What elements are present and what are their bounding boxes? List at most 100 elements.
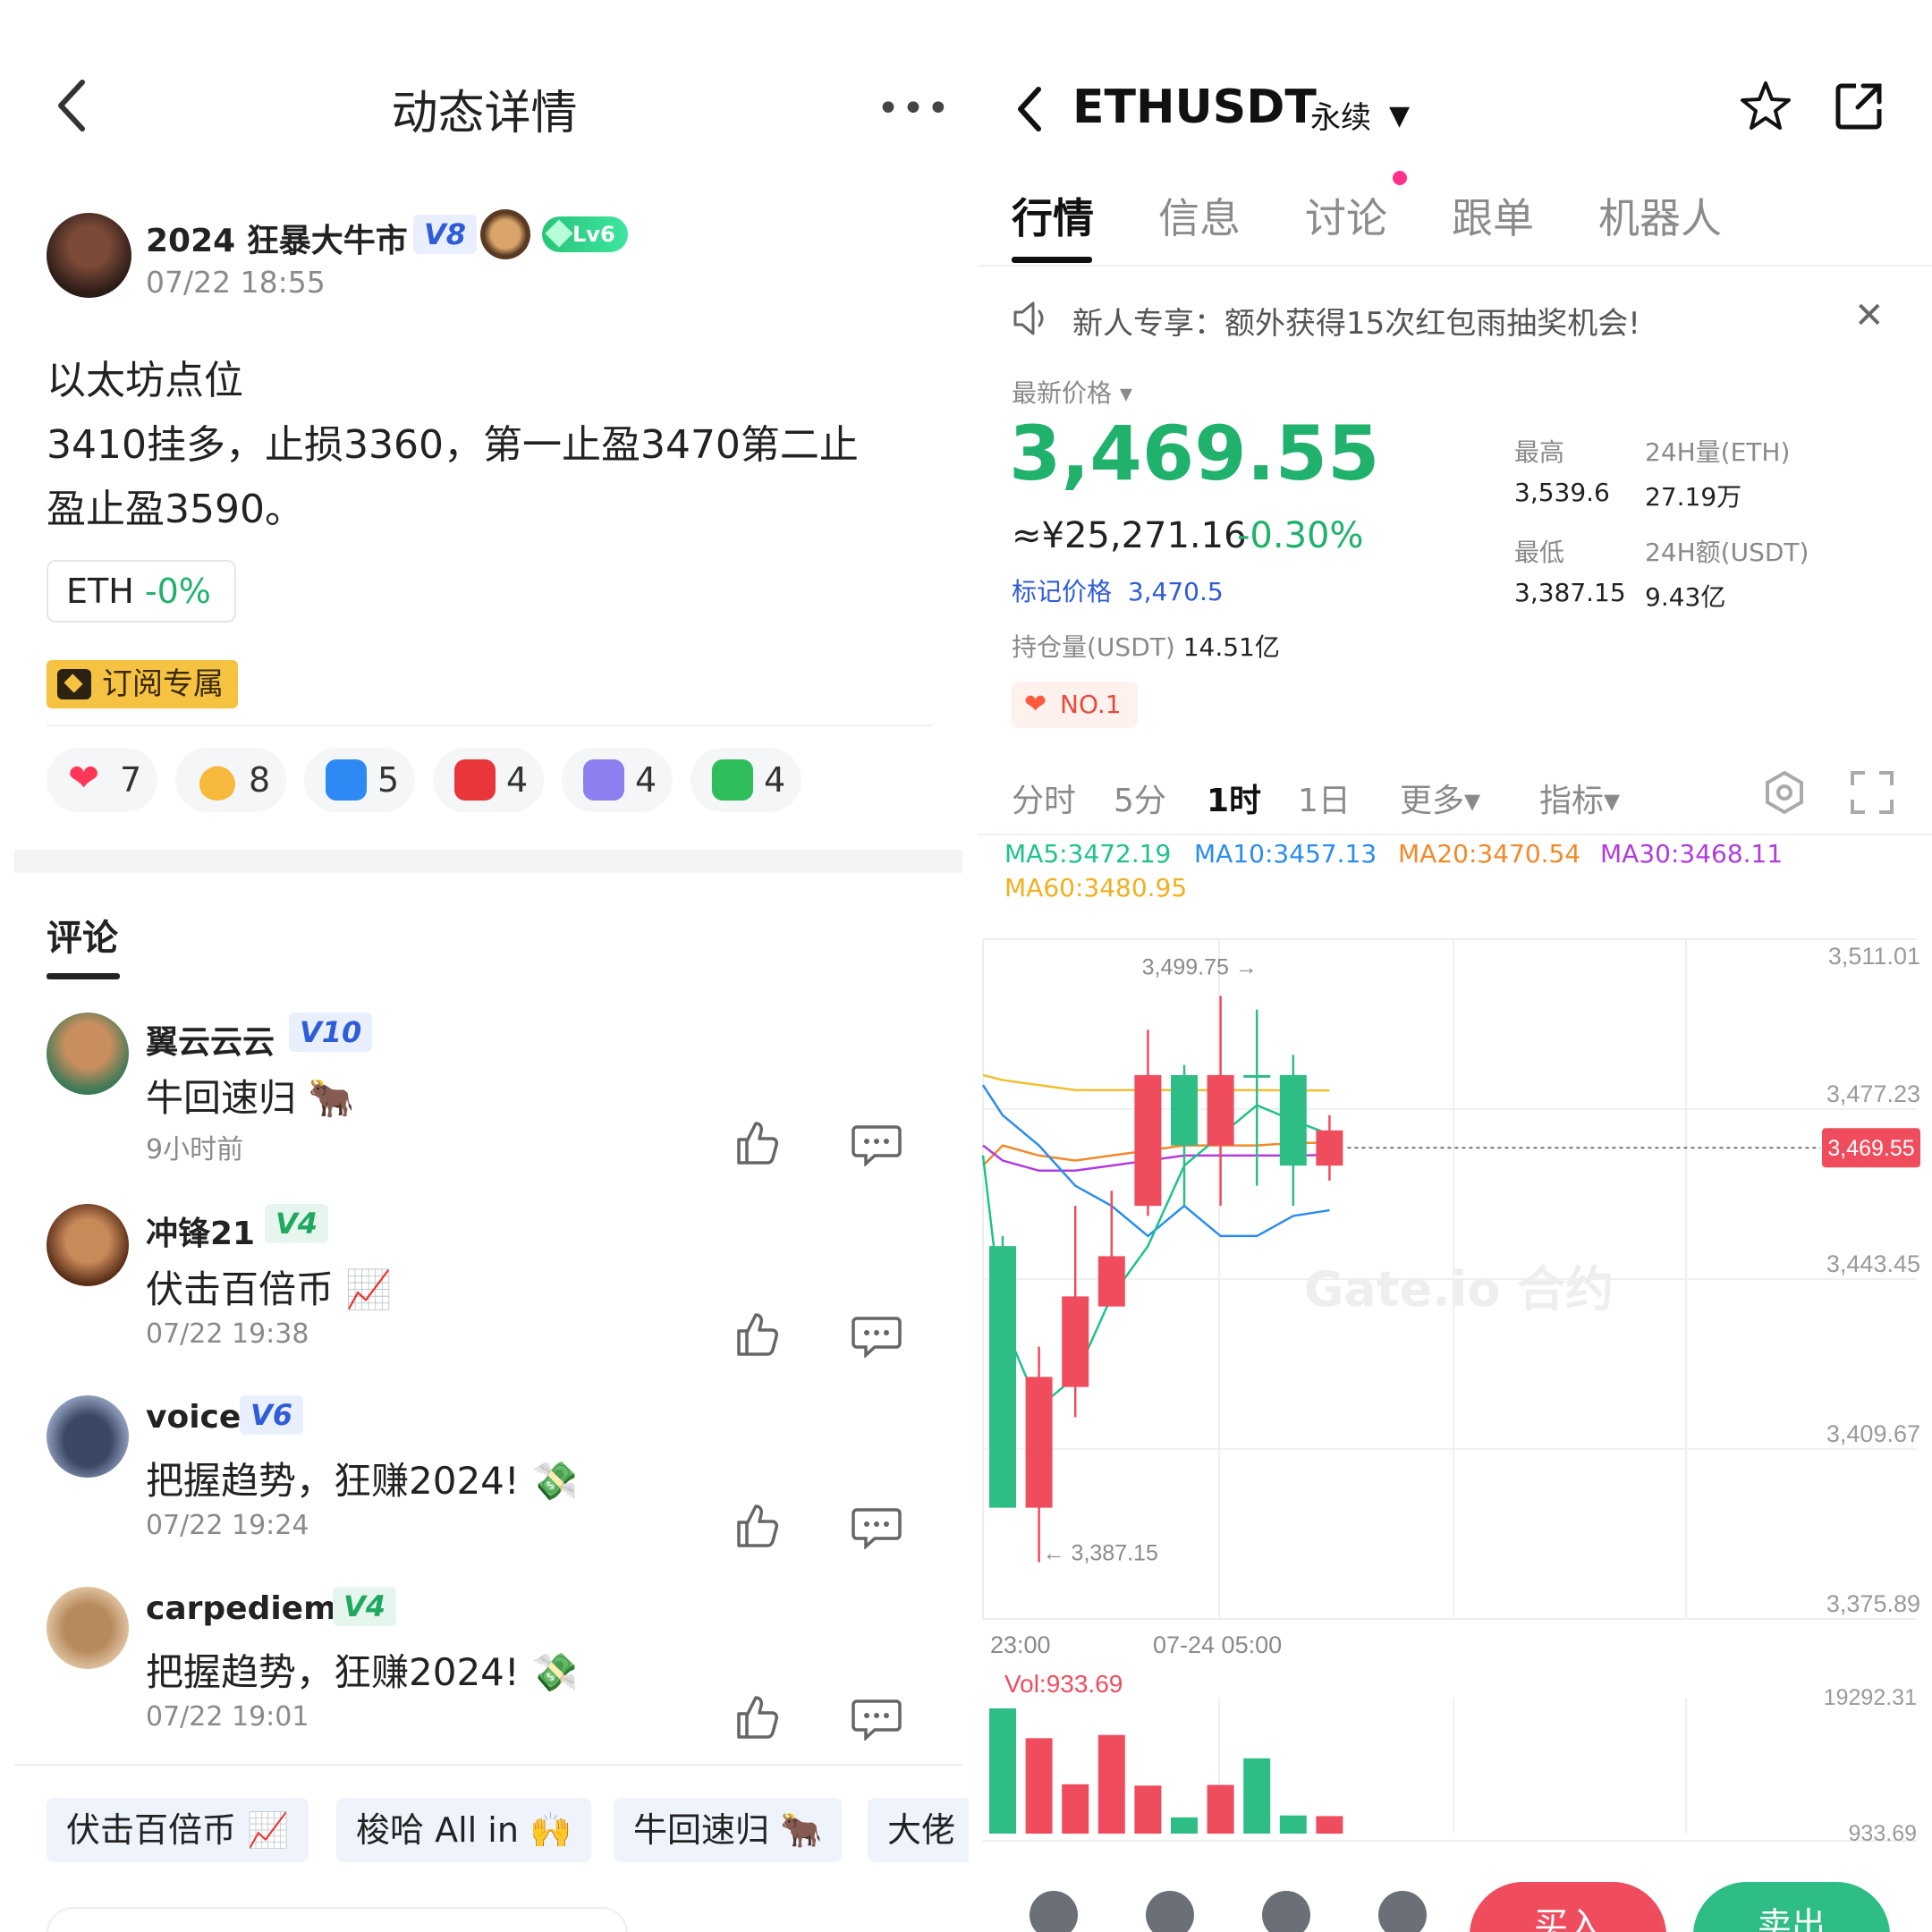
indicators-menu[interactable]: 指标▾: [1539, 775, 1620, 821]
lightning-icon[interactable]: [1378, 1891, 1427, 1932]
period-more[interactable]: 更多▾: [1400, 775, 1480, 821]
like-icon[interactable]: [732, 1501, 782, 1551]
post-line: 以太坊点位: [47, 358, 243, 403]
divider: [978, 834, 1932, 835]
ma5-label: MA5:3472.19: [1004, 839, 1172, 869]
volume-eth-label: 24H量(ETH): [1645, 437, 1791, 467]
buy-button[interactable]: 买入: [1470, 1882, 1666, 1932]
star-icon[interactable]: [1738, 79, 1793, 134]
comment-time: 07/22 19:38: [146, 1318, 309, 1350]
reaction-hodl[interactable]: 5: [304, 748, 416, 812]
tab-copy-trading[interactable]: 跟单: [1452, 186, 1534, 245]
share-icon[interactable]: [1833, 80, 1885, 132]
volume-bar: [1134, 1785, 1162, 1834]
contract-type[interactable]: 永续: [1310, 93, 1371, 137]
coin-chip[interactable]: ETH -0%: [47, 560, 236, 623]
back-arrow-icon[interactable]: [1012, 82, 1047, 136]
swap-icon[interactable]: [1146, 1891, 1194, 1932]
like-icon[interactable]: [732, 1309, 782, 1360]
thumbs-up-icon: [197, 759, 238, 801]
coin-change: -0%: [144, 572, 211, 611]
sell-button[interactable]: 卖出: [1693, 1882, 1890, 1932]
reaction-red-face[interactable]: 4: [433, 748, 545, 812]
reply-icon[interactable]: [852, 1122, 902, 1166]
commenter-avatar[interactable]: [47, 1204, 129, 1286]
reaction-purple-face[interactable]: 4: [562, 748, 674, 812]
mark-price: 标记价格 3,470.5: [1012, 572, 1224, 608]
period-1h[interactable]: 1时: [1207, 775, 1261, 821]
low-annotation: ← 3,387.15: [1043, 1541, 1158, 1566]
commenter-avatar[interactable]: [47, 1395, 129, 1478]
volume-max-label: 19292.31: [1824, 1685, 1917, 1710]
commenter-vip-badge: V10: [289, 1013, 373, 1052]
notification-dot: [1393, 171, 1407, 185]
author-avatar[interactable]: [47, 213, 131, 298]
like-icon[interactable]: [732, 1118, 782, 1168]
quick-reply-chip[interactable]: 梭哈 All in 🙌: [336, 1798, 592, 1862]
reaction-heart[interactable]: 7: [47, 748, 158, 812]
open-interest: 持仓量(USDT) 14.51亿: [1012, 628, 1280, 664]
reply-icon[interactable]: [852, 1504, 902, 1549]
fullscreen-icon[interactable]: [1849, 769, 1895, 816]
comment-input[interactable]: [47, 1907, 628, 1932]
reply-icon[interactable]: [852, 1313, 902, 1358]
post-time: 07/22 18:55: [146, 265, 326, 300]
symbol-title[interactable]: ETHUSDT: [1072, 80, 1317, 134]
order-icon[interactable]: [1262, 1891, 1310, 1932]
market-panel: ETHUSDT 永续 ▼ 行情 信息 讨论 跟单 机器人 新人专享：额外获得15…: [969, 0, 1932, 1932]
comment-item: 翼云云云 V10 牛回速归 🐂 9小时前: [0, 1013, 969, 1200]
author-name[interactable]: 2024 狂暴大牛市: [146, 215, 408, 261]
settings-icon[interactable]: [1761, 769, 1808, 816]
commenter-name[interactable]: carpediem!: [146, 1590, 352, 1627]
commenter-avatar[interactable]: [47, 1587, 129, 1669]
comment-text: 伏击百倍币 📈: [146, 1267, 393, 1311]
author-vip-badge: V8: [413, 215, 478, 254]
more-options-icon[interactable]: •••: [877, 86, 952, 131]
last-price: 3,469.55: [1009, 410, 1380, 497]
rank-badge[interactable]: NO.1: [1012, 682, 1138, 728]
commenter-name[interactable]: 冲锋21: [146, 1208, 255, 1254]
tab-info[interactable]: 信息: [1158, 186, 1241, 245]
open-interest-label: 持仓量(USDT): [1012, 632, 1175, 662]
commenter-name[interactable]: 翼云云云: [146, 1016, 275, 1063]
volume-chart[interactable]: Vol:933.69 19292.31 933.69: [969, 1665, 1932, 1844]
tab-discussion[interactable]: 讨论: [1305, 186, 1387, 245]
commenter-avatar[interactable]: [47, 1013, 129, 1095]
comments-title[interactable]: 评论: [47, 909, 118, 961]
period-1d[interactable]: 1日: [1298, 775, 1351, 821]
post-line: 3410挂多，止损3360，第一止盈3470第二止: [47, 422, 859, 468]
candle-body: [1134, 1074, 1162, 1207]
close-icon[interactable]: ✕: [1854, 295, 1885, 336]
divider: [978, 265, 1932, 267]
tab-bots[interactable]: 机器人: [1598, 186, 1722, 245]
low-label: 最低: [1514, 538, 1565, 567]
red-face-emoji-icon: [454, 759, 496, 801]
quick-reply-chip[interactable]: 牛回速归 🐂: [614, 1798, 843, 1862]
volume-bar: [989, 1708, 1016, 1834]
quick-reply-chip[interactable]: 伏击百倍币 📈: [47, 1798, 309, 1862]
commenter-name[interactable]: voice: [146, 1399, 241, 1436]
price-cny: ≈¥25,271.16: [1012, 515, 1247, 556]
candlestick-chart[interactable]: 3,511.01 3,477.23 3,443.45 3,409.67 3,375.89…: [969, 930, 1932, 1664]
promo-notice[interactable]: 新人专享：额外获得15次红包雨抽奖机会!: [1072, 299, 1640, 343]
bitcoin-icon[interactable]: [1030, 1891, 1078, 1932]
period-5m[interactable]: 5分: [1114, 775, 1166, 821]
subscribe-tag-label: 订阅专属: [102, 666, 224, 702]
volume-bar: [1279, 1815, 1307, 1834]
latest-price-label[interactable]: 最新价格 ▾: [1012, 374, 1132, 410]
y-tick-label: 3,375.89: [1826, 1590, 1920, 1617]
tab-market[interactable]: 行情: [1012, 186, 1094, 245]
chevron-down-icon[interactable]: ▼: [1389, 100, 1410, 131]
quick-reply-chip[interactable]: 大佬: [868, 1798, 969, 1862]
reply-icon[interactable]: [852, 1696, 902, 1741]
reaction-green-face[interactable]: 4: [691, 748, 802, 812]
period-time-sharing[interactable]: 分时: [1012, 775, 1076, 821]
purple-face-emoji-icon: [583, 759, 624, 801]
volume-bar: [1062, 1784, 1089, 1834]
reaction-thumbs-up[interactable]: 8: [175, 748, 287, 812]
watermark: Gate.io 合约: [1304, 1261, 1614, 1318]
like-icon[interactable]: [732, 1692, 782, 1742]
volume-bar: [1025, 1738, 1053, 1834]
volume-eth-value: 27.19万: [1645, 482, 1742, 512]
current-price-label: 3,469.55: [1827, 1136, 1914, 1161]
